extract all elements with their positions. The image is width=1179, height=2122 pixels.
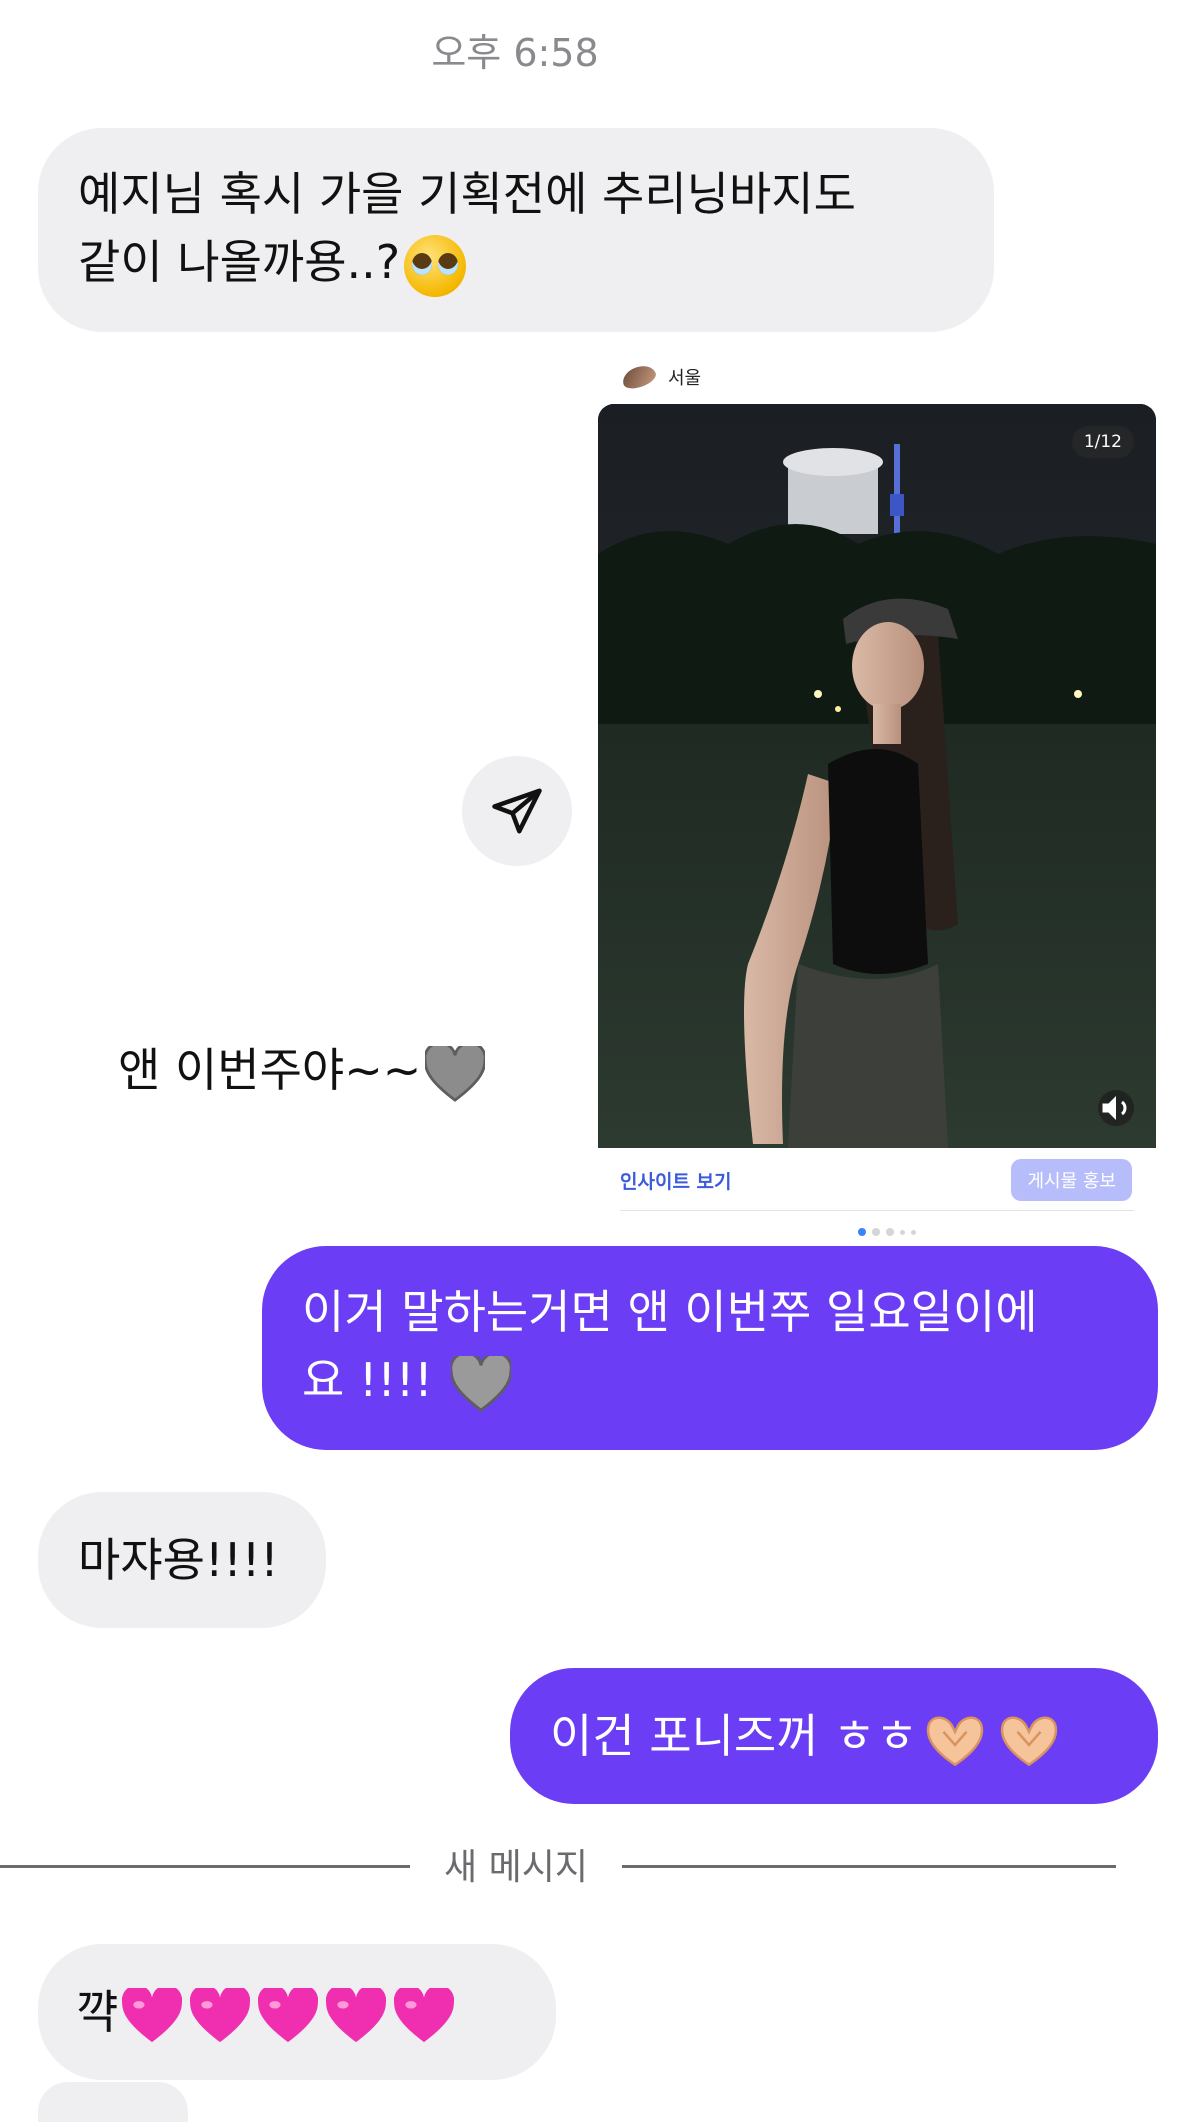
carousel-dot <box>911 1229 916 1235</box>
carousel-dot <box>886 1228 894 1236</box>
divider-line <box>0 1865 410 1868</box>
carousel-dots <box>858 1228 916 1236</box>
message-text: 이건 포니즈꺼 ㅎㅎ <box>550 1709 918 1763</box>
post-location: 서울 <box>668 368 702 389</box>
paper-plane-icon <box>492 788 542 834</box>
pink-heart-icon <box>190 1987 251 2044</box>
post-author-avatar <box>619 361 659 393</box>
outgoing-message-bubble[interactable]: 이거 말하는거면 앤 이번쭈 일요일이에 요 !!!! <box>262 1246 1158 1450</box>
incoming-message-bubble[interactable]: 꺅 <box>38 1944 556 2080</box>
post-divider <box>620 1210 1134 1211</box>
pink-heart-icon <box>122 1987 183 2044</box>
shared-post-footer: 인사이트 보기 게시물 홍보 <box>598 1148 1156 1212</box>
share-button[interactable] <box>462 756 572 866</box>
shared-post-image[interactable]: 1/12 <box>598 404 1156 1148</box>
night-portrait-photo <box>598 404 1156 1148</box>
incoming-message-bubble[interactable]: 예지님 혹시 가을 기획전에 추리닝바지도 같이 나올까용..? <box>38 128 994 332</box>
carousel-dot-active <box>858 1228 866 1236</box>
message-text: 꺅 <box>76 1985 119 2039</box>
pink-heart-icon <box>394 1987 455 2044</box>
new-messages-label: 새 메시지 <box>444 1847 588 1888</box>
grey-heart-icon <box>451 1355 512 1412</box>
incoming-message-bubble[interactable]: 마쟈용!!!! <box>38 1492 326 1628</box>
caption-text: 앤 이번주야~~ <box>118 1043 422 1097</box>
carousel-page-counter: 1/12 <box>1071 426 1134 458</box>
post-caption: 앤 이번주야~~ <box>118 1036 489 1104</box>
pink-heart-icon <box>326 1987 387 2044</box>
message-text: 마쟈용!!!! <box>78 1533 279 1587</box>
view-insights-link[interactable]: 인사이트 보기 <box>620 1167 732 1194</box>
message-text: 예지님 혹시 가을 기획전에 추리닝바지도 같이 나올까용..? <box>78 167 856 289</box>
promote-post-button[interactable]: 게시물 홍보 <box>1011 1159 1132 1201</box>
pink-heart-icon <box>258 1987 319 2044</box>
divider-line <box>622 1865 1116 1868</box>
carousel-dot <box>872 1228 880 1236</box>
shared-post-header[interactable]: 서울 <box>619 361 702 393</box>
new-messages-divider: 새 메시지 <box>0 1838 1116 1888</box>
grey-heart-icon <box>425 1045 486 1102</box>
heart-hands-icon <box>996 1712 1062 1768</box>
heart-hands-icon <box>922 1712 988 1768</box>
volume-icon[interactable] <box>1098 1090 1134 1126</box>
message-timestamp: 오후 6:58 <box>431 31 599 75</box>
incoming-message-bubble-partial[interactable] <box>38 2082 188 2122</box>
carousel-dot <box>900 1229 905 1235</box>
message-text: 이거 말하는거면 앤 이번쭈 일요일이에 요 !!!! <box>302 1285 1038 1407</box>
pleading-face-emoji-icon <box>404 234 467 297</box>
outgoing-message-bubble[interactable]: 이건 포니즈꺼 ㅎㅎ <box>510 1668 1158 1804</box>
